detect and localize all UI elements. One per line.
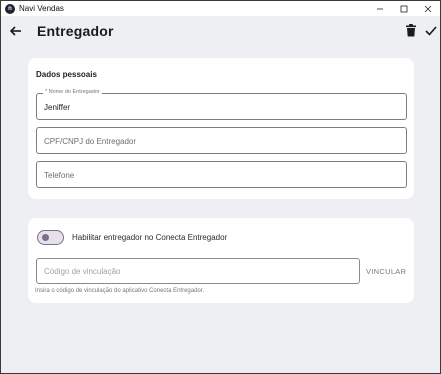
link-code-placeholder: Código de vinculação	[44, 267, 121, 276]
enable-conecta-label: Habilitar entregador no Conecta Entregad…	[72, 233, 228, 242]
arrow-back-icon	[9, 26, 21, 36]
maximize-button[interactable]	[392, 1, 416, 16]
check-icon	[425, 26, 437, 36]
window-title: Navi Vendas	[19, 4, 64, 13]
close-icon	[424, 5, 432, 12]
app-logo-letter: n	[8, 5, 12, 12]
delete-button[interactable]	[405, 24, 417, 37]
name-field-label: * Nome do Entregador	[43, 89, 102, 95]
trash-icon	[406, 24, 416, 37]
name-field[interactable]: * Nome do Entregador Jeniffer	[36, 89, 407, 120]
personal-data-card: Dados pessoais * Nome do Entregador Jeni…	[28, 58, 414, 199]
toggle-knob	[42, 234, 49, 241]
link-code-helper-text: Insira o código de vinculação do aplicat…	[35, 288, 205, 294]
app-logo-icon: n	[5, 3, 15, 14]
maximize-icon	[400, 5, 408, 12]
back-button[interactable]	[9, 24, 23, 38]
app-bar: Entregador	[1, 16, 440, 46]
phone-field[interactable]: Telefone	[36, 161, 407, 188]
title-bar: n Navi Vendas	[1, 1, 440, 16]
cpf-cnpj-placeholder: CPF/CNPJ do Entregador	[44, 137, 137, 146]
cpf-cnpj-field[interactable]: CPF/CNPJ do Entregador	[36, 127, 407, 154]
window-controls	[368, 1, 440, 16]
close-window-button[interactable]	[416, 1, 440, 16]
save-button[interactable]	[425, 24, 437, 37]
phone-placeholder: Telefone	[44, 171, 75, 180]
name-field-value: Jeniffer	[44, 103, 71, 112]
page-title: Entregador	[37, 23, 114, 39]
enable-conecta-toggle[interactable]	[37, 230, 64, 245]
link-button[interactable]: VINCULAR	[366, 267, 406, 276]
section-title-personal-data: Dados pessoais	[36, 70, 97, 79]
app-window: n Navi Vendas Entregador Dados pessoais …	[0, 0, 441, 374]
link-code-input[interactable]: Código de vinculação	[36, 258, 360, 284]
minimize-button[interactable]	[368, 1, 392, 16]
conecta-entregador-card: Habilitar entregador no Conecta Entregad…	[28, 218, 414, 303]
minimize-icon	[377, 8, 383, 9]
